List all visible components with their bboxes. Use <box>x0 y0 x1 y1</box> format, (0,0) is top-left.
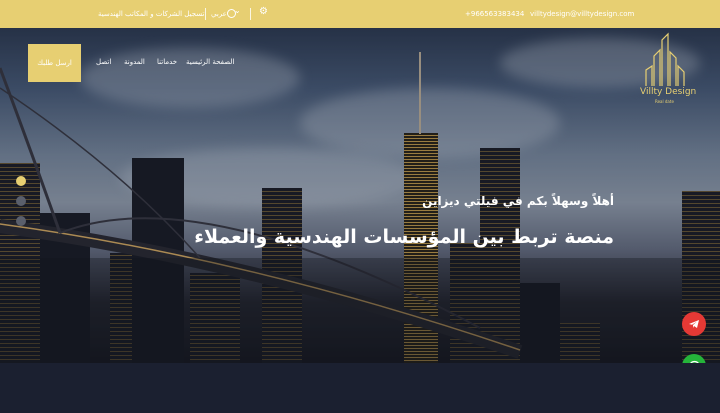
chevron-down-icon[interactable]: ⌄ <box>234 6 241 16</box>
logo-tagline: Real date <box>655 99 674 104</box>
nav-services[interactable]: خدماتنا <box>157 58 177 66</box>
language-selector[interactable]: عربي <box>211 9 227 19</box>
hero-welcome: أهلاً وسهلاً بكم في فيلتي ديزاين <box>422 194 614 208</box>
send-request-button[interactable]: ارسل طلبك <box>28 44 81 82</box>
register-companies-link[interactable]: تسجيل الشركات و المكاتب الهندسية <box>98 9 204 19</box>
email-address[interactable]: villtydesign@villtydesign.com <box>530 9 634 19</box>
phone-number[interactable]: +966563383434 <box>465 9 524 19</box>
hero-headline: منصة تربط بين المؤسسات الهندسية والعملاء <box>194 226 614 248</box>
language-label: عربي <box>211 10 227 18</box>
nav-home[interactable]: الصفحة الرئيسية <box>186 58 234 66</box>
logo-name: Villty Design <box>640 87 697 97</box>
divider <box>205 8 206 20</box>
top-bar: تسجيل الشركات و المكاتب الهندسية عربي ⌄ … <box>0 0 720 28</box>
gear-icon[interactable]: ⚙ <box>259 7 268 17</box>
divider <box>250 8 251 20</box>
nav-contact[interactable]: اتصل <box>96 58 111 66</box>
telegram-icon <box>689 320 699 328</box>
slider-dot[interactable] <box>16 196 26 206</box>
footer-band <box>0 363 720 413</box>
slider-dot[interactable] <box>16 216 26 226</box>
telegram-button[interactable] <box>682 312 706 336</box>
nav-blog[interactable]: المدونة <box>124 58 145 66</box>
slider-dot-active[interactable] <box>16 176 26 186</box>
